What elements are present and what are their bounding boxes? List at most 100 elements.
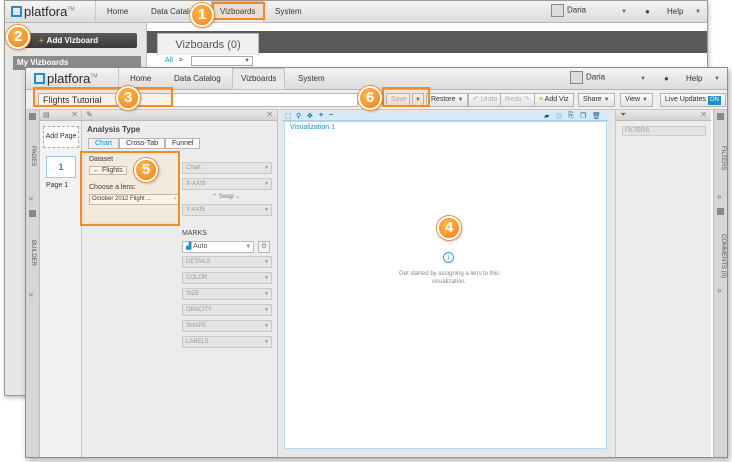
add-page-button[interactable]: Add Page <box>43 126 79 148</box>
comments-rail-label[interactable]: COMMENTS (0) <box>720 234 726 278</box>
add-viz-button[interactable]: + Add Viz <box>534 93 574 107</box>
gear-icon[interactable]: ⚙ <box>258 241 270 253</box>
restore-button[interactable]: Restore ▼ <box>426 93 469 107</box>
size-drop[interactable]: SIZE ▾ <box>182 288 272 300</box>
pan-icon[interactable]: ✥ <box>307 112 313 120</box>
info-icon: i <box>443 252 454 263</box>
tab-cross-tab[interactable]: Cross-Tab <box>119 138 166 149</box>
visualization-title[interactable]: Visualization 1 <box>290 124 335 131</box>
zoom-out-icon[interactable]: − <box>329 112 333 119</box>
nav-vizboards[interactable]: Vizboards <box>232 68 286 90</box>
tab-funnel[interactable]: Funnel <box>165 138 201 149</box>
tab-chart[interactable]: Chart <box>88 138 120 149</box>
collapse-filters-icon[interactable]: » <box>717 192 721 201</box>
chart-type-select[interactable]: Chart ▾ <box>182 162 272 174</box>
collapse-builder-icon[interactable]: « <box>29 290 33 299</box>
callout-6: 6 <box>358 86 382 110</box>
opacity-drop[interactable]: OPACITY ▾ <box>182 304 272 316</box>
chevron-down-icon[interactable]: ▼ <box>640 76 646 82</box>
filters-rail-label[interactable]: FILTERS <box>720 146 726 170</box>
select-tool-icon[interactable]: ⬚ <box>285 112 292 120</box>
marks-type-select[interactable]: ▟ Auto ▾ <box>182 241 254 253</box>
logo[interactable]: platforaTM <box>34 71 98 86</box>
undo-button[interactable]: ↶ Undo <box>468 93 503 107</box>
x-axis-drop[interactable]: X-AXIS ▾ <box>182 178 272 190</box>
filters-drop[interactable]: FILTERS <box>622 126 706 136</box>
export-icon[interactable]: ⎘ <box>568 112 574 120</box>
filter-select[interactable]: ▼ <box>191 56 253 66</box>
comment-icon[interactable] <box>717 208 724 215</box>
back-help-menu[interactable]: Help <box>667 7 683 16</box>
platfora-logo-icon <box>11 6 22 17</box>
labels-drop[interactable]: LABELS ▾ <box>182 336 272 348</box>
chevron-down-icon[interactable]: ▼ <box>621 9 627 15</box>
vizboard-window: platforaTM Home Data Catalog Vizboards S… <box>25 67 728 458</box>
comment-icon[interactable]: ▰ <box>544 112 549 120</box>
filter-separator: > <box>178 57 183 64</box>
chevron-down-icon: ▼ <box>244 58 250 64</box>
pencil-icon[interactable] <box>29 210 36 217</box>
redo-button[interactable]: Redo ↷ <box>500 93 535 107</box>
filters-panel-header: ⏷ ✕ <box>616 110 711 121</box>
nav-system[interactable]: System <box>298 74 325 83</box>
chevron-down-icon: ▾ <box>264 165 268 171</box>
back-nav-home[interactable]: Home <box>107 7 128 16</box>
chevron-down-icon: ▼ <box>642 97 648 103</box>
y-axis-drop[interactable]: Y-AXIS ▾ <box>182 204 272 216</box>
add-vizboard-button[interactable]: + Add Vizboard <box>13 33 137 48</box>
right-rail: FILTERS » COMMENTS (0) » <box>713 110 727 457</box>
close-icon[interactable]: ✕ <box>700 110 707 119</box>
filter-all-link[interactable]: All <box>165 57 173 64</box>
page-thumbnail[interactable]: 1 <box>46 156 76 178</box>
builder-rail-label[interactable]: BUILDER <box>30 240 36 266</box>
nav-data-catalog[interactable]: Data Catalog <box>174 74 221 83</box>
back-user-menu[interactable]: Daria <box>551 4 586 17</box>
plus-icon: + <box>539 96 544 103</box>
vizboards-count-tab[interactable]: Vizboards (0) <box>157 33 259 55</box>
close-icon[interactable]: ✕ <box>266 110 273 119</box>
table-icon[interactable]: ▤ <box>556 112 563 120</box>
pages-icon[interactable] <box>29 113 36 120</box>
filter-breadcrumb: All > <box>165 57 183 64</box>
highlight-save-button <box>382 87 430 107</box>
highlight-vizboards-nav <box>212 2 265 20</box>
collapse-pages-icon[interactable]: « <box>29 194 33 203</box>
nav-separator <box>95 1 96 23</box>
chevron-down-icon: ▾ <box>264 307 268 313</box>
collapse-comments-icon[interactable]: » <box>717 286 721 295</box>
user-menu[interactable]: Daria <box>570 71 605 84</box>
details-drop[interactable]: DETAILS ▾ <box>182 256 272 268</box>
pages-rail-label[interactable]: PAGES <box>30 146 36 166</box>
notification-icon[interactable]: ● <box>645 7 650 16</box>
left-rail: PAGES « BUILDER « <box>26 110 40 457</box>
back-nav-system[interactable]: System <box>275 7 302 16</box>
view-button[interactable]: View ▼ <box>620 93 653 107</box>
share-button[interactable]: Share ▼ <box>578 93 615 107</box>
swap-down-icon: ⌄ <box>235 194 241 200</box>
zoom-icon[interactable]: ⚲ <box>296 112 301 120</box>
close-icon[interactable]: ✕ <box>71 110 78 119</box>
chevron-down-icon[interactable]: ▼ <box>714 76 720 82</box>
visualization-canvas[interactable]: Visualization 1 i Get started by assigni… <box>284 121 607 449</box>
page-label: Page 1 <box>46 182 69 189</box>
chevron-down-icon: ▾ <box>264 291 268 297</box>
filter-icon[interactable] <box>717 113 724 120</box>
nav-home[interactable]: Home <box>130 74 151 83</box>
swap-up-icon: ⌃ <box>212 194 218 200</box>
shape-drop[interactable]: SHAPE ▾ <box>182 320 272 332</box>
live-updates-toggle[interactable]: Live Updates ON <box>660 93 726 107</box>
notification-icon[interactable]: ● <box>664 74 669 83</box>
marks-label: MARKS <box>182 230 207 237</box>
color-drop[interactable]: COLOR ▾ <box>182 272 272 284</box>
back-logo[interactable]: platforaTM <box>11 4 75 19</box>
analysis-type-tabs: Chart Cross-Tab Funnel <box>88 138 201 149</box>
zoom-in-icon[interactable]: + <box>319 112 323 119</box>
plus-icon: + <box>39 36 44 45</box>
duplicate-icon[interactable]: ❐ <box>580 112 586 120</box>
live-updates-state: ON <box>707 96 721 105</box>
delete-icon[interactable]: 🗑 <box>592 112 601 120</box>
chevron-down-icon: ▾ <box>246 243 250 250</box>
chevron-down-icon[interactable]: ▼ <box>695 9 701 15</box>
help-menu[interactable]: Help <box>686 74 702 83</box>
swap-axes-button[interactable]: ⌃ Swap ⌄ <box>212 193 240 200</box>
